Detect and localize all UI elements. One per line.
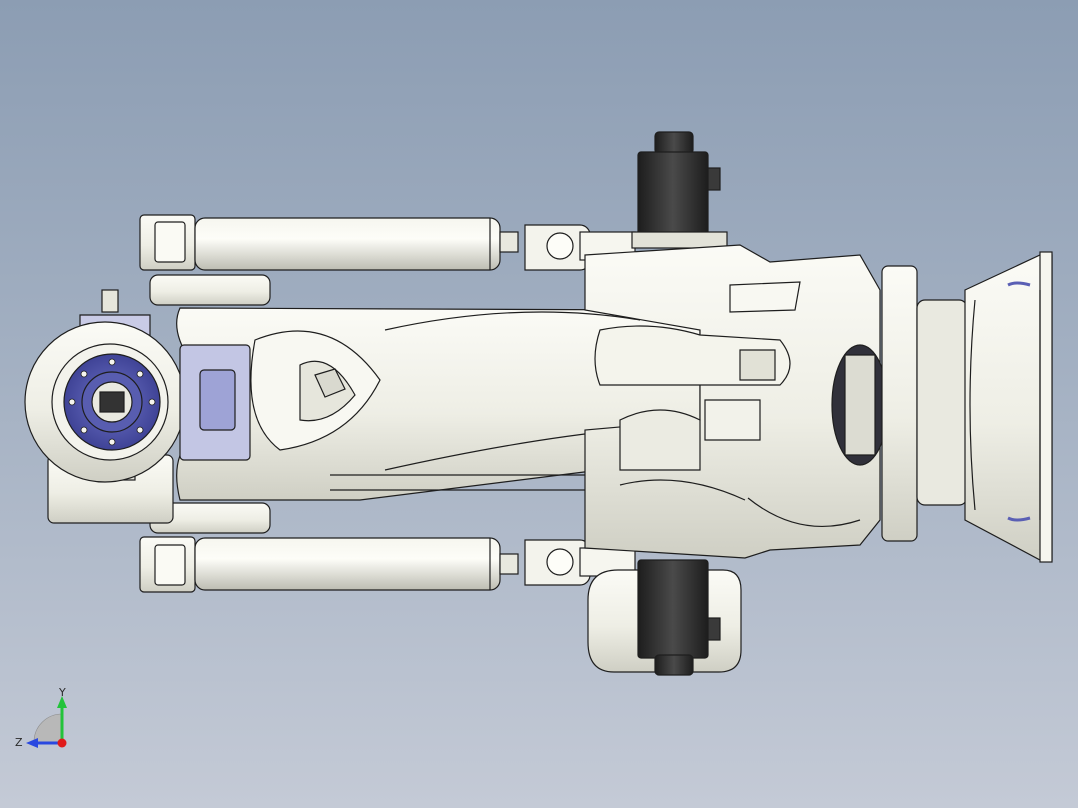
z-axis-label: Z — [15, 736, 23, 749]
lower-balance-cylinder[interactable] — [139, 536, 636, 593]
cad-viewport[interactable]: Y Z — [0, 0, 1078, 808]
base-ring[interactable] — [881, 251, 1053, 563]
y-axis-label: Y — [58, 686, 66, 699]
upper-axis-motor[interactable] — [631, 131, 728, 249]
orientation-triad: Y Z — [15, 686, 67, 749]
triad-plane-icon — [33, 713, 63, 743]
lower-axis-motor[interactable] — [587, 559, 742, 676]
origin-icon — [57, 738, 67, 748]
upper-balance-cylinder[interactable] — [139, 214, 636, 271]
robot-arm-model[interactable] — [0, 0, 1078, 808]
